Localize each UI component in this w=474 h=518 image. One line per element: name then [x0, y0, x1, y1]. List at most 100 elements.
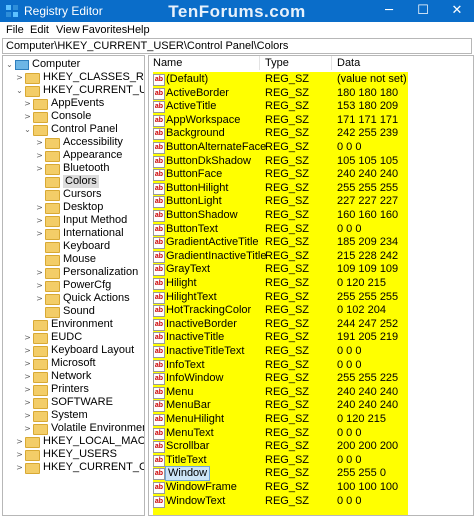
collapse-arrow-icon[interactable]: ⌄ — [5, 58, 14, 71]
tree-item[interactable]: > HKEY_USERS — [15, 448, 117, 461]
value-row[interactable]: ab HilightText REG_SZ 255 255 255 — [149, 291, 473, 304]
tree-item-label[interactable]: HKEY_CLASSES_ROOT — [43, 71, 144, 84]
value-row[interactable]: ab Menu REG_SZ 240 240 240 — [149, 386, 473, 399]
tree-item[interactable]: > Network — [23, 370, 91, 383]
tree-item-label[interactable]: Mouse — [63, 253, 96, 266]
tree-item[interactable]: > Personalization — [35, 266, 138, 279]
expand-arrow-icon[interactable]: > — [23, 422, 32, 435]
expand-arrow-icon[interactable]: > — [35, 292, 44, 305]
tree-item[interactable]: > HKEY_CURRENT_CONFIG — [15, 461, 144, 474]
value-name[interactable]: ButtonFace — [166, 168, 222, 181]
tree-item-label[interactable]: HKEY_CURRENT_USER — [43, 84, 144, 97]
tree-item-label[interactable]: Computer — [32, 58, 80, 71]
minimize-button[interactable]: ─ — [372, 0, 406, 22]
value-row[interactable]: ab (Default) REG_SZ (value not set) — [149, 73, 473, 86]
tree-item-label[interactable]: Input Method — [63, 214, 127, 227]
expand-arrow-icon[interactable]: > — [15, 435, 24, 448]
tree-item-label[interactable]: International — [63, 227, 124, 240]
tree-item[interactable]: ⌄ Control Panel — [23, 123, 118, 136]
value-row[interactable]: ab ButtonShadow REG_SZ 160 160 160 — [149, 209, 473, 222]
tree-item[interactable]: > Input Method — [35, 214, 127, 227]
tree-item[interactable]: > Volatile Environment — [23, 422, 144, 435]
menu-help[interactable]: Help — [127, 24, 150, 36]
expand-arrow-icon[interactable]: > — [35, 201, 44, 214]
value-name[interactable]: ButtonLight — [166, 195, 222, 208]
tree-item-label[interactable]: Appearance — [63, 149, 122, 162]
tree-item-label[interactable]: EUDC — [51, 331, 82, 344]
tree-item[interactable]: > Desktop — [35, 201, 103, 214]
value-name[interactable]: Window — [164, 466, 211, 482]
tree-item-label[interactable]: HKEY_CURRENT_CONFIG — [43, 461, 144, 474]
menu-view[interactable]: View — [56, 24, 80, 36]
expand-arrow-icon[interactable]: > — [23, 344, 32, 357]
tree-item-label[interactable]: Keyboard Layout — [51, 344, 134, 357]
tree-item-label[interactable]: Volatile Environment — [51, 422, 144, 435]
menu-edit[interactable]: Edit — [30, 24, 49, 36]
value-row[interactable]: ab ButtonText REG_SZ 0 0 0 — [149, 223, 473, 236]
expand-arrow-icon[interactable]: > — [35, 214, 44, 227]
tree-item-label[interactable]: HKEY_LOCAL_MACHINE — [43, 435, 144, 448]
value-row[interactable]: ab MenuText REG_SZ 0 0 0 — [149, 427, 473, 440]
collapse-arrow-icon[interactable]: ⌄ — [23, 123, 32, 136]
tree-item-label[interactable]: Accessibility — [63, 136, 123, 149]
value-name[interactable]: InactiveBorder — [166, 318, 237, 331]
tree-item[interactable]: > AppEvents — [23, 97, 104, 110]
tree-item-label[interactable]: Printers — [51, 383, 89, 396]
expand-arrow-icon[interactable]: > — [23, 396, 32, 409]
value-name[interactable]: InfoWindow — [166, 372, 223, 385]
value-name[interactable]: Hilight — [166, 277, 197, 290]
expand-arrow-icon[interactable]: > — [35, 162, 44, 175]
tree-item[interactable]: > Accessibility — [35, 136, 123, 149]
expand-arrow-icon[interactable]: > — [35, 149, 44, 162]
tree-item[interactable]: > Quick Actions — [35, 292, 130, 305]
value-name[interactable]: WindowText — [166, 495, 225, 508]
tree-item-label[interactable]: Colors — [63, 175, 99, 188]
tree-item[interactable]: > SOFTWARE — [23, 396, 113, 409]
value-name[interactable]: MenuText — [166, 427, 214, 440]
tree-item-label[interactable]: System — [51, 409, 88, 422]
close-button[interactable]: ✕ — [440, 0, 474, 22]
tree-item[interactable]: > System — [23, 409, 88, 422]
value-row[interactable]: ab InfoText REG_SZ 0 0 0 — [149, 359, 473, 372]
value-row[interactable]: ab InactiveTitleText REG_SZ 0 0 0 — [149, 345, 473, 358]
expand-arrow-icon[interactable]: > — [23, 331, 32, 344]
value-row[interactable]: ab InfoWindow REG_SZ 255 255 225 — [149, 372, 473, 386]
tree-item-label[interactable]: Quick Actions — [63, 292, 130, 305]
value-row[interactable]: ab ActiveTitle REG_SZ 153 180 209 — [149, 100, 473, 114]
maximize-button[interactable]: ☐ — [406, 0, 440, 22]
tree-item[interactable]: > HKEY_LOCAL_MACHINE — [15, 435, 144, 448]
value-name[interactable]: GradientActiveTitle — [166, 236, 259, 249]
value-name[interactable]: WindowFrame — [166, 481, 237, 494]
value-row[interactable]: ab MenuBar REG_SZ 240 240 240 — [149, 399, 473, 413]
tree-item[interactable]: > Appearance — [35, 149, 122, 162]
tree-item[interactable]: Mouse — [35, 253, 96, 266]
tree-item-label[interactable]: Console — [51, 110, 91, 123]
value-row[interactable]: ab AppWorkspace REG_SZ 171 171 171 — [149, 114, 473, 127]
value-name[interactable]: MenuBar — [166, 399, 211, 412]
tree-item-label[interactable]: SOFTWARE — [51, 396, 113, 409]
value-name[interactable]: ButtonAlternateFace — [166, 141, 266, 154]
tree-item[interactable]: Keyboard — [35, 240, 110, 253]
value-row[interactable]: ab MenuHilight REG_SZ 0 120 215 — [149, 413, 473, 426]
tree-item-label[interactable]: Microsoft — [51, 357, 96, 370]
value-row[interactable]: ab Window REG_SZ 255 255 0 — [149, 466, 473, 482]
tree-item[interactable]: ⌄ Computer — [5, 58, 80, 71]
tree-item[interactable]: Colors — [35, 175, 99, 188]
value-name[interactable]: GrayText — [166, 263, 210, 276]
value-row[interactable]: ab ButtonDkShadow REG_SZ 105 105 105 — [149, 155, 473, 168]
value-name[interactable]: ButtonShadow — [166, 209, 238, 222]
tree-item-label[interactable]: Environment — [51, 318, 113, 331]
value-row[interactable]: ab InactiveBorder REG_SZ 244 247 252 — [149, 318, 473, 331]
expand-arrow-icon[interactable]: > — [35, 279, 44, 292]
value-row[interactable]: ab ButtonAlternateFace REG_SZ 0 0 0 — [149, 141, 473, 154]
tree-item[interactable]: > EUDC — [23, 331, 82, 344]
tree-item[interactable]: ⌄ HKEY_CURRENT_USER — [15, 84, 144, 97]
expand-arrow-icon[interactable]: > — [23, 409, 32, 422]
value-name[interactable]: ActiveTitle — [166, 100, 216, 113]
value-row[interactable]: ab GradientActiveTitle REG_SZ 185 209 234 — [149, 236, 473, 250]
value-row[interactable]: ab Background REG_SZ 242 255 239 — [149, 127, 473, 141]
column-divider[interactable] — [259, 56, 260, 70]
expand-arrow-icon[interactable]: > — [15, 71, 24, 84]
tree-item[interactable]: > Printers — [23, 383, 89, 396]
menu-file[interactable]: File — [6, 24, 24, 36]
